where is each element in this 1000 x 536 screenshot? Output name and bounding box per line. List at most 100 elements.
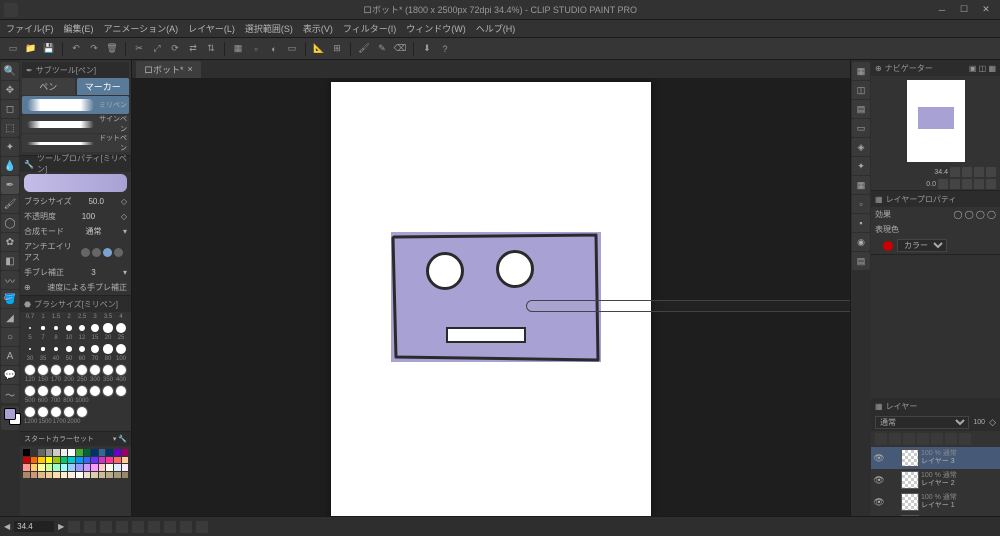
right-sound-icon[interactable]: ▦ (852, 176, 870, 194)
brush-size-swatch[interactable] (76, 406, 88, 418)
brush-size-swatch[interactable] (89, 322, 101, 334)
border-icon[interactable]: ▭ (285, 42, 299, 56)
expression-color-select[interactable]: カラー (897, 239, 947, 252)
tool-marquee[interactable]: ⬚ (1, 119, 19, 137)
color-swatch[interactable] (114, 457, 121, 464)
color-swatch[interactable] (99, 464, 106, 471)
brush-size-swatch[interactable] (115, 406, 127, 418)
tool-text[interactable]: A (1, 347, 19, 365)
layer-draft-icon[interactable] (917, 433, 929, 445)
tool-figure[interactable]: ○ (1, 328, 19, 346)
brush-size-swatch[interactable] (102, 322, 114, 334)
brush-size-swatch[interactable] (102, 406, 114, 418)
tool-brush[interactable]: 🖌 (1, 195, 19, 213)
undo-icon[interactable]: ↶ (69, 42, 83, 56)
brush-size-swatch[interactable] (89, 385, 101, 397)
layer-lock-icon[interactable] (875, 433, 887, 445)
subtool-tab-marker[interactable]: マーカー (77, 78, 130, 95)
layer-pin-icon[interactable] (889, 433, 901, 445)
brush-size-swatch[interactable] (63, 406, 75, 418)
brush-size-swatch[interactable] (63, 322, 75, 334)
menu-help[interactable]: ヘルプ(H) (476, 22, 516, 35)
scale-icon[interactable]: ⤢ (150, 42, 164, 56)
color-swatch[interactable] (84, 472, 91, 479)
color-swatch[interactable] (91, 449, 98, 456)
layer-blend-select[interactable]: 通常 (875, 416, 969, 429)
right-info-icon[interactable]: ▤ (852, 252, 870, 270)
status-ico5[interactable] (132, 521, 144, 533)
rotate-icon[interactable]: ⟳ (168, 42, 182, 56)
layer-item[interactable]: 👁 100 % 通常レイヤー 3 (871, 447, 1000, 469)
next-icon[interactable]: ▶ (58, 522, 64, 531)
status-ico9[interactable] (196, 521, 208, 533)
layer-ruler-icon[interactable] (945, 433, 957, 445)
color-swatch[interactable] (46, 464, 53, 471)
reset-angle-icon[interactable] (974, 179, 984, 189)
right-history-icon[interactable]: ▫ (852, 195, 870, 213)
layer-opacity[interactable]: 100 (973, 419, 985, 426)
nav-zoom[interactable]: 34.4 (934, 169, 948, 176)
menu-window[interactable]: ウィンドウ(W) (406, 22, 466, 35)
brush-item-1[interactable]: サインペン (22, 115, 129, 133)
brush-size-swatch[interactable] (24, 364, 36, 376)
color-swatch[interactable] (76, 457, 83, 464)
tool-blend[interactable]: 〰 (1, 271, 19, 289)
brush-size-swatch[interactable] (37, 406, 49, 418)
minimize-button[interactable]: ─ (932, 3, 952, 17)
tool-zoom[interactable]: 🔍 (1, 62, 19, 80)
redo-icon[interactable]: ↷ (87, 42, 101, 56)
color-swatch[interactable] (84, 464, 91, 471)
layer-ref-icon[interactable] (903, 433, 915, 445)
brush-size-value[interactable]: 50.0 (88, 197, 104, 206)
status-ico3[interactable] (100, 521, 112, 533)
brush-size-swatch[interactable] (89, 406, 101, 418)
color-swatch[interactable] (23, 457, 30, 464)
tool-balloon[interactable]: 💬 (1, 366, 19, 384)
save-icon[interactable]: 💾 (42, 42, 56, 56)
status-ico4[interactable] (116, 521, 128, 533)
status-ico6[interactable] (148, 521, 160, 533)
brush-size-swatch[interactable] (115, 322, 127, 334)
tool-fill[interactable]: 🪣 (1, 290, 19, 308)
color-swatch[interactable] (91, 464, 98, 471)
color-swatch[interactable] (76, 449, 83, 456)
color-swatch[interactable] (38, 449, 45, 456)
color-swatch[interactable] (23, 464, 30, 471)
color-swatch[interactable] (23, 449, 30, 456)
brush-size-swatch[interactable] (102, 385, 114, 397)
brush-size-swatch[interactable] (89, 364, 101, 376)
layer-clip-icon[interactable] (959, 433, 971, 445)
color-swatch[interactable] (114, 449, 121, 456)
color-swatch[interactable] (68, 472, 75, 479)
brush-size-swatch[interactable] (24, 322, 36, 334)
status-100-icon[interactable] (84, 521, 96, 533)
tool-gradient[interactable]: ◢ (1, 309, 19, 327)
flip-h-icon[interactable]: ⇄ (186, 42, 200, 56)
brush-size-swatch[interactable] (115, 385, 127, 397)
brush-size-swatch[interactable] (50, 385, 62, 397)
visibility-icon[interactable]: 👁 (873, 497, 885, 508)
brush-size-swatch[interactable] (115, 364, 127, 376)
color-swatch[interactable] (76, 464, 83, 471)
menu-layer[interactable]: レイヤー(L) (188, 22, 235, 35)
delete-icon[interactable]: 🗑 (105, 42, 119, 56)
color-swatch[interactable] (68, 464, 75, 471)
flip-v-icon[interactable]: ⇅ (204, 42, 218, 56)
brush-size-swatch[interactable] (37, 343, 49, 355)
tool-correct[interactable]: 〜 (1, 385, 19, 403)
brush-size-swatch[interactable] (63, 364, 75, 376)
fg-color[interactable] (4, 408, 16, 420)
flip-icon[interactable] (986, 179, 996, 189)
select-all-icon[interactable]: ▦ (231, 42, 245, 56)
menu-filter[interactable]: フィルター(I) (343, 22, 396, 35)
brush-size-swatch[interactable] (50, 343, 62, 355)
color-swatch[interactable] (68, 449, 75, 456)
rotate-left-icon[interactable] (938, 179, 948, 189)
stabilize-value[interactable]: 3 (91, 268, 95, 277)
status-ico8[interactable] (180, 521, 192, 533)
color-swatch[interactable] (38, 472, 45, 479)
status-zoom[interactable]: 34.4 (14, 521, 54, 532)
brush-item-0[interactable]: ミリペン (22, 96, 129, 114)
color-swatch[interactable] (61, 464, 68, 471)
brush-size-swatch[interactable] (76, 343, 88, 355)
